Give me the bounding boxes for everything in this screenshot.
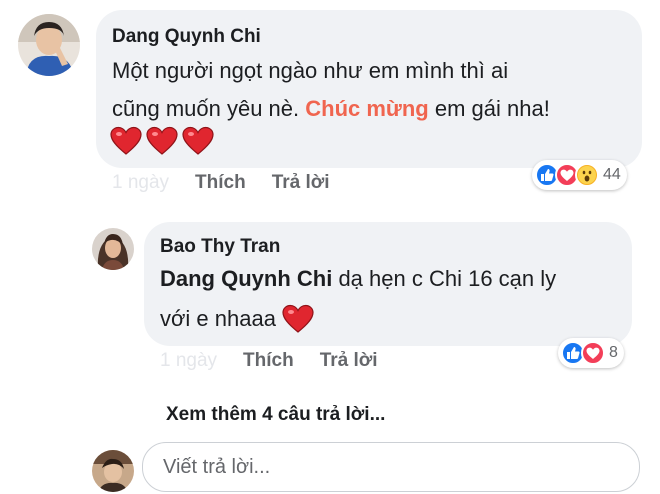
reply-text-line2: với e nhaaa — [160, 304, 314, 334]
comment-reaction-count: 44 — [603, 166, 621, 183]
reply-input[interactable]: Viết trả lời... — [142, 442, 640, 492]
reply-text-line1: Dang Quynh Chi dạ hẹn c Chi 16 cạn ly — [160, 266, 556, 292]
comment-hearts — [110, 126, 214, 156]
view-more-replies-link[interactable]: Xem thêm 4 câu trả lời... — [166, 404, 385, 426]
comment-text-line2-end: em gái nha! — [428, 96, 550, 121]
reply-timestamp[interactable]: 1 ngày — [160, 350, 217, 372]
heart-icon — [282, 304, 314, 333]
reply-input-placeholder: Viết trả lời... — [163, 455, 271, 478]
heart-icon — [146, 126, 178, 155]
heart-icon — [182, 126, 214, 155]
comment-text-line2: cũng muốn yêu nè. Chúc mừng em gái nha! — [112, 96, 550, 122]
reply-author-name[interactable]: Bao Thy Tran — [160, 236, 280, 258]
reply-reply-link[interactable]: Trả lời — [320, 350, 378, 372]
reply-like-link[interactable]: Thích — [243, 350, 294, 372]
comment-highlight-text: Chúc mừng — [305, 96, 429, 121]
reply-text-line2-text: với e nhaaa — [160, 306, 283, 331]
comment-bubble: Dang Quynh Chi Một người ngọt ngào như e… — [96, 10, 642, 168]
comment-reply-link[interactable]: Trả lời — [272, 172, 330, 194]
wow-icon — [575, 163, 599, 187]
reply-actions: 1 ngày Thích Trả lời — [160, 350, 378, 372]
comment-timestamp[interactable]: 1 ngày — [112, 172, 169, 194]
comment-author-avatar[interactable] — [18, 14, 80, 76]
reply-author-avatar[interactable] — [92, 228, 134, 270]
heart-icon — [110, 126, 142, 155]
reply-text-line1-rest: dạ hẹn c Chi 16 cạn ly — [332, 266, 557, 291]
mention-link[interactable]: Dang Quynh Chi — [160, 266, 332, 291]
reply-bubble: Bao Thy Tran Dang Quynh Chi dạ hẹn c Chi… — [144, 222, 632, 346]
reply-reaction-count: 8 — [609, 344, 618, 361]
comment-author-name[interactable]: Dang Quynh Chi — [112, 26, 261, 48]
comment-reactions[interactable]: 44 — [532, 160, 627, 190]
comment-actions: 1 ngày Thích Trả lời — [112, 172, 330, 194]
reply-reactions[interactable]: 8 — [558, 338, 624, 368]
current-user-avatar — [92, 450, 134, 492]
comment-text-line1: Một người ngọt ngào như em mình thì ai — [112, 58, 509, 83]
comment-text-line2-start: cũng muốn yêu nè. — [112, 96, 306, 121]
comment-like-link[interactable]: Thích — [195, 172, 246, 194]
love-icon — [581, 341, 605, 365]
